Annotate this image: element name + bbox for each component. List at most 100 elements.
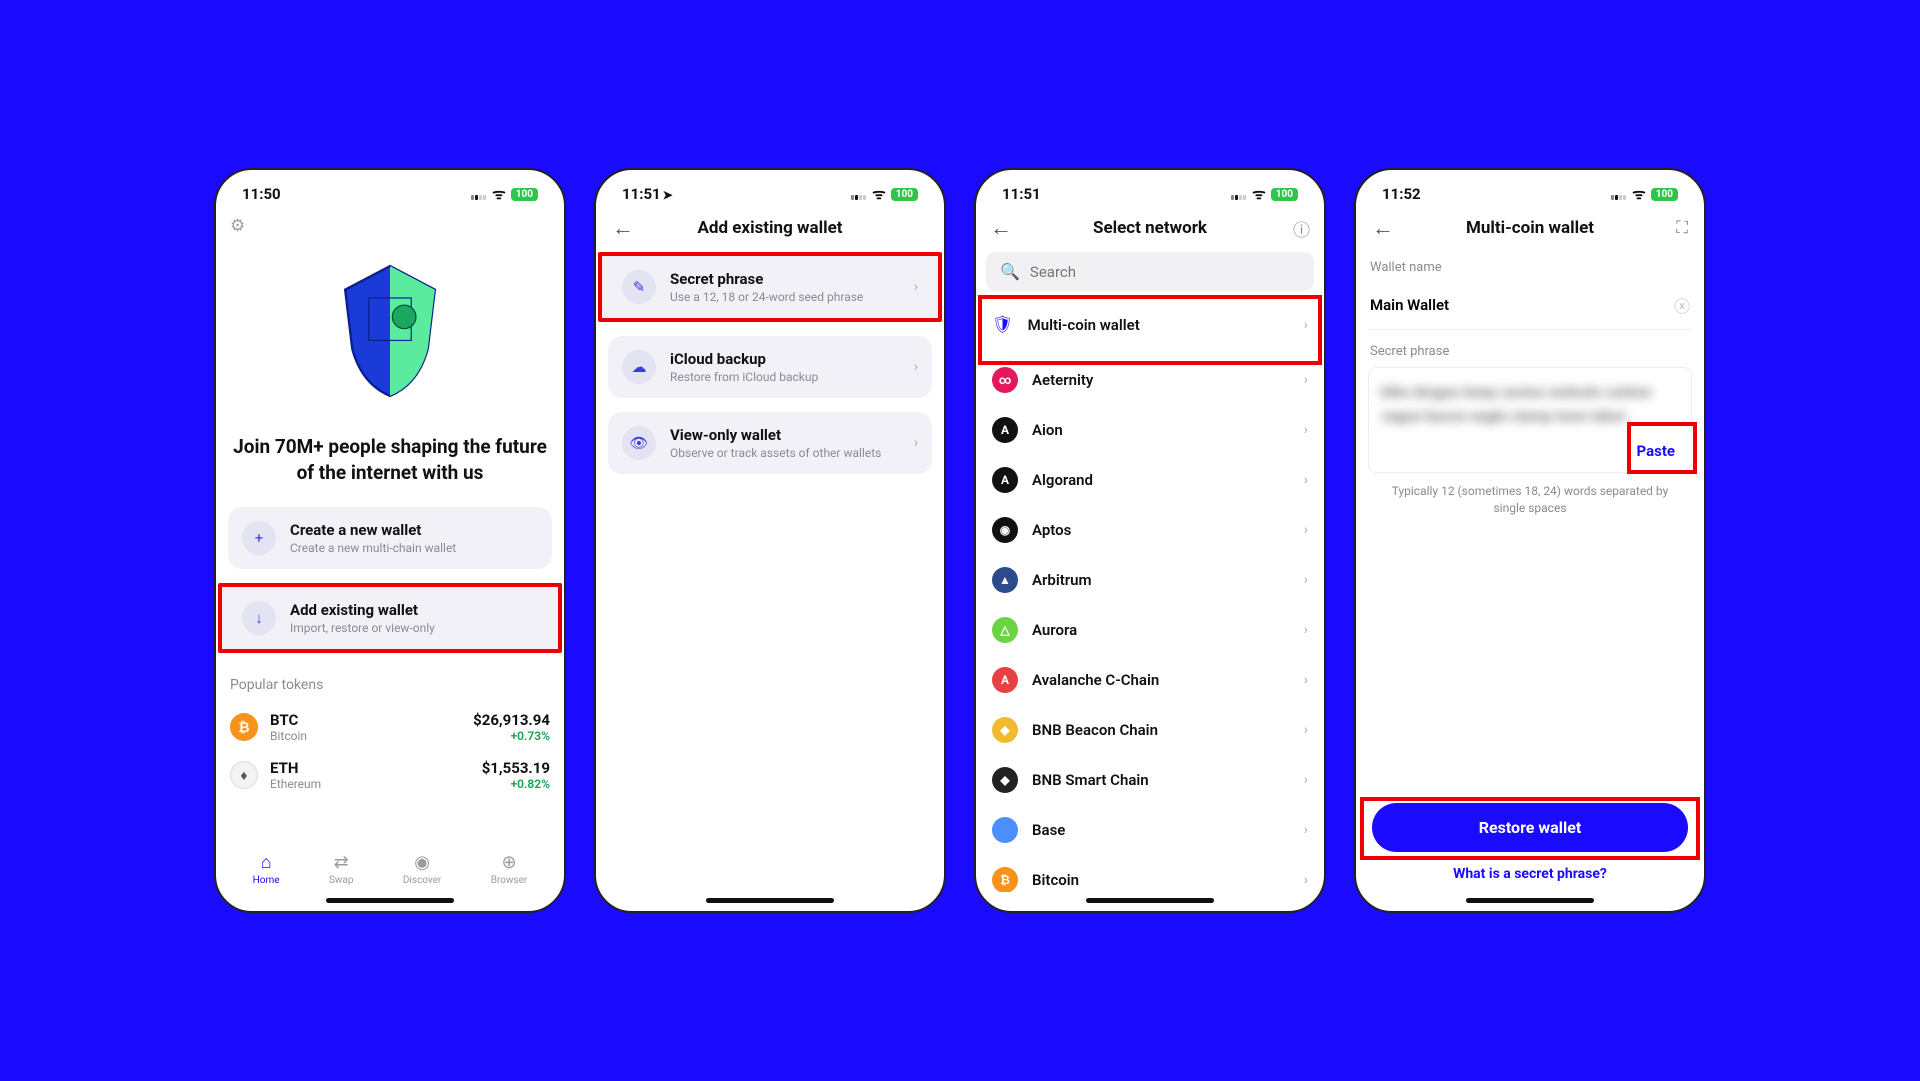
network-icon: △ [992,617,1018,643]
option-sub: Use a 12, 18 or 24-word seed phrase [670,290,900,304]
network-icon: A [992,467,1018,493]
page-title: Add existing wallet [697,218,842,238]
network-row[interactable]: ▲ Arbitrum › [986,555,1314,605]
screen-select-network: 11:51 ᯤ 100 ← Select network ⓘ 🔍 🛡 Multi… [974,168,1326,913]
token-symbol: BTC [270,711,307,729]
signal-icon [471,188,487,200]
add-existing-wallet-card[interactable]: ↓ Add existing wallet Import, restore or… [218,583,562,653]
tab-swap[interactable]: ⇄Swap [329,852,354,886]
network-name: Bitcoin [1032,871,1079,889]
chevron-right-icon: › [1304,872,1308,888]
chevron-right-icon: › [1304,622,1308,638]
add-title: Add existing wallet [290,601,538,619]
network-row[interactable]: △ Aurora › [986,605,1314,655]
battery-badge: 100 [511,188,538,201]
phrase-textarea[interactable]: bike dragon keep cactus walnuts carbon v… [1368,367,1692,473]
signal-icon [1231,188,1247,200]
token-row[interactable]: ♦ ETH Ethereum $1,553.19 +0.82% [228,751,552,799]
status-time: 11:51➤ [622,185,673,203]
network-row[interactable]: ◆ BNB Smart Chain › [986,755,1314,805]
back-button[interactable]: ← [1372,215,1394,241]
network-row[interactable]: A Algorand › [986,455,1314,505]
add-sub: Import, restore or view-only [290,621,538,635]
battery-badge: 100 [1271,188,1298,201]
option-icon: 👁 [622,426,656,460]
home-icon: ⌂ [261,852,272,873]
page-title: Multi-coin wallet [1466,218,1594,238]
home-indicator [1086,898,1214,903]
location-icon: ➤ [663,188,673,202]
network-row[interactable]: ◉ Aptos › [986,505,1314,555]
network-row[interactable]: A Avalanche C-Chain › [986,655,1314,705]
token-price: $26,913.94 [473,711,550,729]
network-row[interactable]: ◆ BNB Beacon Chain › [986,705,1314,755]
option-view-only wallet[interactable]: 👁 View-only wallet Observe or track asse… [608,412,932,474]
chevron-right-icon: › [1304,672,1308,688]
network-icon: A [992,417,1018,443]
token-name: Ethereum [270,777,321,791]
search-input[interactable] [1030,263,1300,281]
token-change: +0.73% [473,729,550,743]
tab-browser[interactable]: ⊕Browser [491,852,528,886]
network-row[interactable]: Base › [986,805,1314,855]
option-title: Secret phrase [670,270,900,288]
option-icloud backup[interactable]: ☁ iCloud backup Restore from iCloud back… [608,336,932,398]
secret-phrase-link[interactable]: What is a secret phrase? [1368,866,1692,892]
chevron-right-icon: › [1304,422,1308,438]
network-multi-coin[interactable]: 🛡 Multi-coin wallet › [976,295,1324,355]
search-bar[interactable]: 🔍 [986,252,1314,291]
network-name: Aurora [1032,621,1077,639]
network-icon: ∞ [992,367,1018,393]
network-row[interactable]: ∞ Aeternity › [986,355,1314,405]
scan-icon[interactable]: ⛶ [1676,218,1688,238]
create-wallet-card[interactable]: + Create a new wallet Create a new multi… [228,507,552,569]
wallet-name-input[interactable] [1370,296,1674,314]
option-icon: ☁ [622,350,656,384]
chevron-right-icon: › [1304,522,1308,538]
network-name: Arbitrum [1032,571,1092,589]
phrase-content: bike dragon keep cactus walnuts carbon v… [1381,380,1679,428]
option-secret phrase[interactable]: ✎ Secret phrase Use a 12, 18 or 24-word … [598,252,942,322]
token-icon: ♦ [230,761,258,789]
clear-icon[interactable]: ⓧ [1674,293,1690,317]
token-name: Bitcoin [270,729,307,743]
tab-home[interactable]: ⌂Home [253,852,280,886]
network-name: Base [1032,821,1065,839]
status-time: 11:50 [242,185,281,203]
shield-icon: 🛡 [992,315,1014,335]
wifi-icon: ᯤ [492,184,506,204]
network-icon: ◆ [992,717,1018,743]
back-button[interactable]: ← [612,215,634,241]
battery-badge: 100 [891,188,918,201]
chevron-right-icon: › [914,359,918,375]
swap-icon: ⇄ [334,852,349,873]
restore-wallet-button[interactable]: Restore wallet [1372,803,1688,852]
network-icon [992,817,1018,843]
back-button[interactable]: ← [990,215,1012,241]
network-icon: A [992,667,1018,693]
wallet-name-label: Wallet name [1368,252,1692,283]
option-title: View-only wallet [670,426,900,444]
info-icon[interactable]: ⓘ [1293,216,1310,241]
option-title: iCloud backup [670,350,900,368]
network-row[interactable]: ₿ Bitcoin › [986,855,1314,892]
create-sub: Create a new multi-chain wallet [290,541,538,555]
discover-icon: ◉ [414,852,430,873]
network-row[interactable]: A Aion › [986,405,1314,455]
token-price: $1,553.19 [482,759,550,777]
create-title: Create a new wallet [290,521,538,539]
home-indicator [1466,898,1594,903]
token-row[interactable]: ₿ BTC Bitcoin $26,913.94 +0.73% [228,703,552,751]
tab-discover[interactable]: ◉Discover [403,852,442,886]
wallet-name-row[interactable]: ⓧ [1368,283,1692,330]
chevron-right-icon: › [1304,317,1308,333]
status-bar: 11:51 ᯤ 100 [976,170,1324,210]
paste-button[interactable]: Paste [1631,438,1682,464]
option-icon: ✎ [622,270,656,304]
option-sub: Restore from iCloud backup [670,370,900,384]
network-name: Aptos [1032,521,1071,539]
network-name: Avalanche C-Chain [1032,671,1159,689]
token-icon: ₿ [230,713,258,741]
chevron-right-icon: › [914,435,918,451]
settings-gear-icon[interactable]: ⚙ [228,210,247,236]
